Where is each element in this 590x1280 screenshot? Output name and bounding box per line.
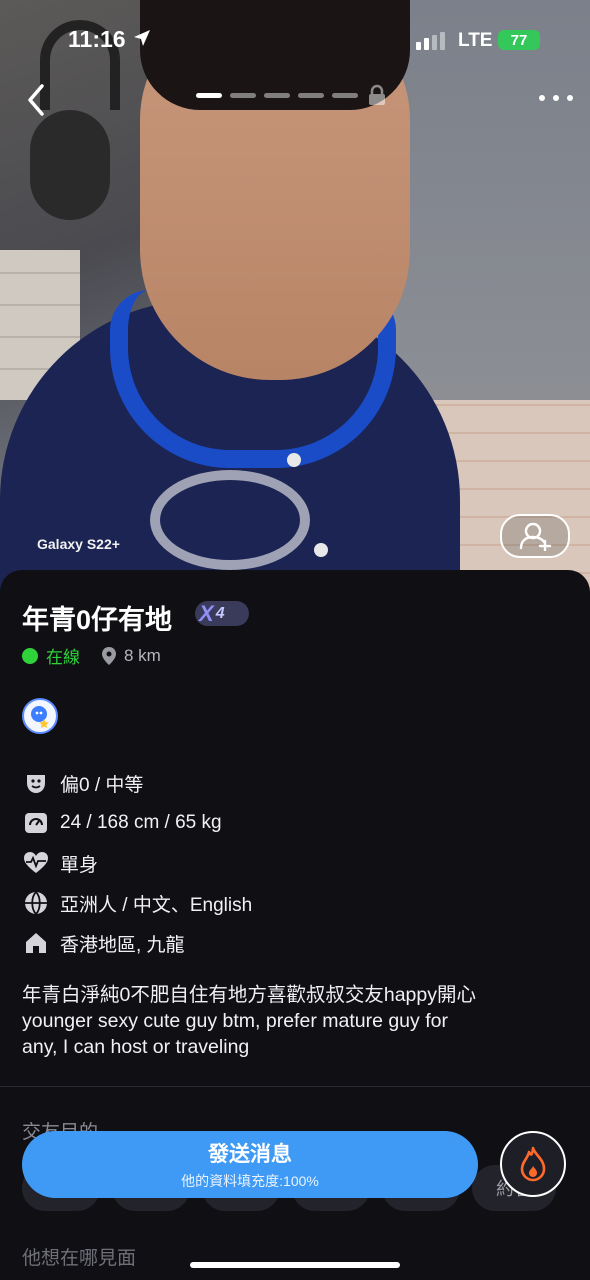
scale-icon xyxy=(22,809,50,837)
status-bar: 11:16 LTE 77 xyxy=(0,0,590,80)
photo-progress xyxy=(196,84,388,106)
profile-completion: 他的資料填充度:100% xyxy=(181,1173,319,1189)
profile-name: 年青0仔有地 xyxy=(22,605,173,635)
more-icon[interactable] xyxy=(536,88,576,108)
info-row-location: 香港地區, 九龍 xyxy=(22,923,252,963)
status-time: 11:16 xyxy=(68,26,126,52)
battery-indicator: 77 xyxy=(498,30,540,50)
photo-shirt-button xyxy=(287,453,301,467)
heart-pulse-icon xyxy=(22,849,50,877)
info-role: 偏0 / 中等 xyxy=(60,774,144,796)
photo-shirt-print xyxy=(150,470,310,570)
info-row-relationship: 單身 xyxy=(22,843,252,883)
home-icon xyxy=(22,929,50,957)
info-stats: 24 / 168 cm / 65 kg xyxy=(60,812,222,833)
fire-icon xyxy=(520,1146,546,1182)
info-row-stats: 24 / 168 cm / 65 kg xyxy=(22,803,252,843)
camera-watermark: Galaxy S22+ xyxy=(37,536,120,552)
location-pin-icon xyxy=(102,646,116,665)
info-location: 香港地區, 九龍 xyxy=(60,934,185,956)
photo-progress-segment xyxy=(298,92,324,98)
photo-shirt-button xyxy=(314,543,328,557)
role-icon xyxy=(22,769,50,797)
online-status-row: 在線 8 km xyxy=(22,643,161,668)
online-status: 在線 xyxy=(46,648,80,667)
bio-line: any, I can host or traveling xyxy=(22,1036,250,1058)
divider xyxy=(0,1086,590,1087)
info-row-role: 偏0 / 中等 xyxy=(22,763,252,803)
send-message-button[interactable]: 發送消息 他的資料填充度:100% xyxy=(22,1131,478,1198)
send-message-label: 發送消息 xyxy=(208,1143,292,1166)
membership-level: 4 xyxy=(215,604,225,622)
photo-progress-segment xyxy=(196,92,222,98)
distance: 8 km xyxy=(102,646,161,666)
profile-bio: 年青白淨純0不肥自住有地方喜歡叔叔交友happy開心 younger sexy … xyxy=(22,982,567,1060)
achievement-badge[interactable] xyxy=(22,698,58,734)
add-friend-button[interactable] xyxy=(500,514,570,558)
bio-line: 年青白淨純0不肥自住有地方喜歡叔叔交友happy開心 xyxy=(22,984,476,1006)
info-ethnicity-language: 亞洲人 / 中文、English xyxy=(60,894,253,916)
globe-icon xyxy=(22,889,50,917)
photo-progress-segment xyxy=(230,92,256,98)
add-friend-icon xyxy=(519,522,552,551)
bio-line: younger sexy cute guy btm, prefer mature… xyxy=(22,1010,448,1032)
fire-button[interactable] xyxy=(500,1131,566,1197)
online-dot-icon xyxy=(22,647,38,664)
cellular-signal-icon xyxy=(416,32,445,50)
network-label: LTE xyxy=(458,30,493,51)
photo-progress-segment xyxy=(264,92,290,98)
meet-section-title: 他想在哪見面 xyxy=(22,1248,137,1269)
membership-x-icon: X xyxy=(199,600,214,626)
profile-info-list: 偏0 / 中等 24 / 168 cm / 65 kg 單身 亞洲人 / 中文、… xyxy=(22,763,252,963)
info-relationship: 單身 xyxy=(60,854,99,876)
membership-level-badge[interactable]: X 4 xyxy=(195,601,249,626)
lock-icon xyxy=(369,84,385,105)
location-arrow-icon xyxy=(134,30,150,46)
back-icon[interactable] xyxy=(20,80,60,120)
distance-label: 8 km xyxy=(124,645,161,665)
info-row-ethnicity: 亞洲人 / 中文、English xyxy=(22,883,252,923)
home-indicator[interactable] xyxy=(190,1262,400,1268)
photo-progress-segment xyxy=(332,92,358,98)
badge-icon xyxy=(31,706,49,729)
